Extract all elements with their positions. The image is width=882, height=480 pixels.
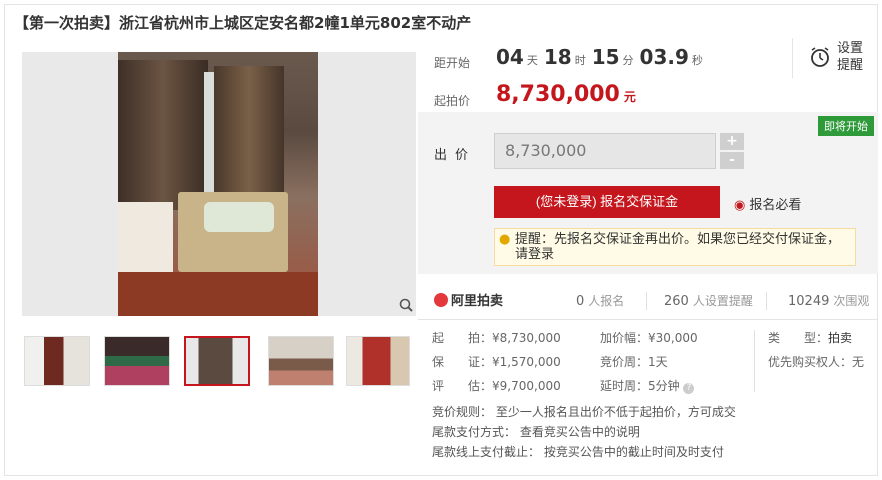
- countdown-timer: 04 天 18 时 15 分 03.9 秒: [496, 45, 703, 69]
- room-photo: [118, 52, 318, 316]
- help-icon[interactable]: ?: [683, 383, 695, 394]
- auction-rules: 竞价规则： 至少一人报名且出价不低于起拍价，方可成交 尾款支付方式： 查看竞买公…: [432, 402, 736, 462]
- thumbnail[interactable]: [104, 336, 170, 386]
- countdown-label: 距开始: [434, 56, 471, 70]
- page-title: 【第一次拍卖】浙江省杭州市上城区定安名都2幢1单元802室不动产: [14, 14, 472, 32]
- countdown-hours: 18: [543, 45, 572, 69]
- register-deposit-button[interactable]: (您未登录) 报名交保证金: [494, 186, 720, 218]
- zoom-icon[interactable]: [398, 298, 414, 314]
- detail-deposit: 保 证：¥1,570,000: [432, 355, 561, 369]
- coins-icon: ◉: [734, 198, 746, 213]
- clock-icon: [811, 47, 829, 67]
- rule-bidding: 竞价规则： 至少一人报名且出价不低于起拍价，方可成交: [432, 405, 736, 419]
- detail-period: 竞价周：1天: [600, 355, 668, 369]
- bid-price-input[interactable]: 8,730,000: [494, 133, 716, 169]
- rule-payment-deadline: 尾款线上支付截止： 按竞买公告中的截止时间及时支付: [432, 445, 724, 459]
- stats-bar: 阿里拍卖 0 人报名 260 人设置提醒 10249 次围观: [418, 284, 878, 320]
- detail-type: 类 型：拍卖: [768, 331, 853, 345]
- rule-payment-method: 尾款支付方式： 查看竞买公告中的说明: [432, 425, 640, 439]
- reminder-count: 260 人设置提醒: [664, 294, 753, 309]
- main-photo[interactable]: [22, 52, 416, 316]
- detail-start: 起 拍：¥8,730,000: [432, 331, 561, 345]
- bid-panel: 即将开始 出价 8,730,000 + - (您未登录) 报名交保证金 ◉ 报名必…: [418, 112, 878, 274]
- start-price-label: 起拍价: [434, 94, 471, 108]
- increase-bid-button[interactable]: +: [720, 133, 744, 150]
- ali-auction-logo: 阿里拍卖: [434, 290, 503, 309]
- set-reminder-button[interactable]: 设置提醒: [792, 38, 876, 78]
- thumbnail-selected[interactable]: [184, 336, 250, 386]
- status-badge: 即将开始: [818, 116, 874, 136]
- thumbnail[interactable]: [268, 336, 334, 386]
- detail-priority: 优先购买权人：无: [768, 355, 865, 369]
- lightbulb-icon: ●: [499, 232, 511, 247]
- countdown-seconds: 03.9: [639, 45, 689, 69]
- decrease-bid-button[interactable]: -: [720, 152, 744, 169]
- view-count: 10249 次围观: [788, 294, 870, 309]
- bid-label: 出价: [434, 148, 477, 163]
- thumbnail-strip: [24, 336, 416, 388]
- detail-appraisal: 评 估：¥9,700,000: [432, 379, 561, 393]
- ali-logo-icon: [434, 293, 448, 307]
- countdown-days: 04: [496, 45, 524, 69]
- must-see-link[interactable]: ◉ 报名必看: [734, 194, 801, 213]
- login-tip: ● 提醒：先报名交保证金再出价。如果您已经交付保证金，请登录: [494, 228, 856, 266]
- thumbnail[interactable]: [346, 336, 410, 386]
- detail-increment: 加价幅：¥30,000: [600, 331, 698, 345]
- thumbnail[interactable]: [24, 336, 90, 386]
- detail-extension: 延时周：5分钟 ?: [600, 377, 695, 394]
- countdown-minutes: 15: [591, 45, 620, 69]
- start-price-value: 8,730,000 元: [496, 82, 636, 107]
- signup-count: 0 人报名: [576, 294, 625, 309]
- set-reminder-label: 设置提醒: [837, 41, 864, 73]
